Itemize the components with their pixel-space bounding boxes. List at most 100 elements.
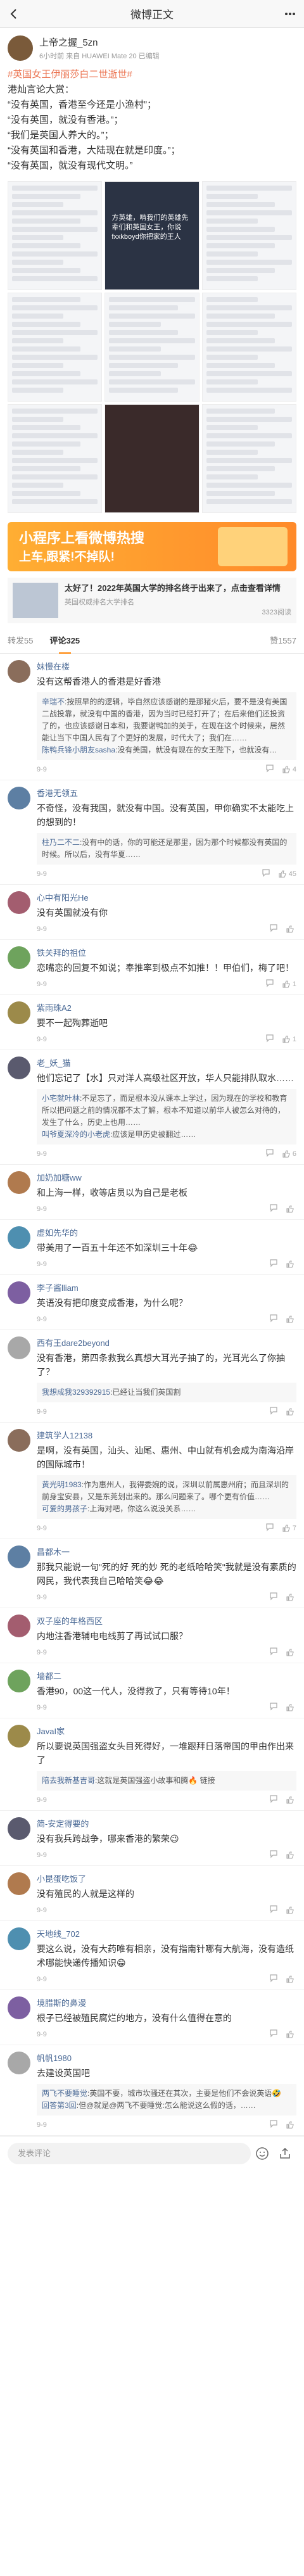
comment-reply-box[interactable]: 黄光明1983:作为惠州人，我得委婉的说，深圳以前属惠州府；而且深圳的前身宝安县… [37, 1475, 296, 1519]
comment-reply-box[interactable]: 柱乃二不二:没有中的话，你的可能还是那里，因为那个时候都没有英国的时候。所以后，… [37, 833, 296, 865]
like-button[interactable] [286, 1851, 296, 1860]
like-button[interactable]: 1 [282, 980, 296, 989]
commenter-avatar[interactable] [8, 660, 30, 683]
commenter-avatar[interactable] [8, 1429, 30, 1452]
author-avatar[interactable] [8, 35, 33, 61]
commenter-avatar[interactable] [8, 1545, 30, 1568]
commenter-name[interactable]: 李子酱lliam [37, 1281, 296, 1293]
comment-reply-box[interactable]: 小宅就叶林:不是忘了，而是根本没从课本上学过，因为现在的学校和教育所以把问题之前… [37, 1089, 296, 1145]
reply-button[interactable] [269, 1905, 278, 1915]
reply-button[interactable] [265, 1523, 274, 1533]
reply-button[interactable] [265, 1034, 274, 1044]
commenter-avatar[interactable] [8, 891, 30, 914]
author-name[interactable]: 上帝之握_5zn [39, 35, 296, 49]
reply-button[interactable] [269, 1850, 278, 1860]
like-button[interactable] [286, 1703, 296, 1712]
commenter-name[interactable]: 加奶加糖ww [37, 1171, 296, 1183]
reply-author[interactable]: 回答第3回 [42, 2101, 77, 2110]
like-button[interactable] [286, 1205, 296, 1214]
like-button[interactable]: 7 [282, 1524, 296, 1533]
related-article-card[interactable]: 太好了！2022年英国大学的排名终于出来了，点击查看详情 英国权威排名大学排名 … [8, 578, 296, 623]
reply-button[interactable] [269, 1974, 278, 1984]
commenter-avatar[interactable] [8, 1336, 30, 1359]
reply-button[interactable] [269, 1702, 278, 1713]
reply-author[interactable]: 柱乃二不二 [42, 838, 80, 847]
post-image[interactable] [201, 404, 296, 513]
reply-author[interactable]: 陪去我新基吉哥 [42, 1776, 95, 1785]
reply-button[interactable] [265, 979, 274, 989]
like-button[interactable]: 45 [278, 870, 296, 879]
commenter-avatar[interactable] [8, 1281, 30, 1304]
commenter-name[interactable]: 双子座的年格西区 [37, 1615, 296, 1627]
commenter-name[interactable]: 昌都木一 [37, 1545, 296, 1558]
commenter-name[interactable]: 简-安定得要的 [37, 1817, 296, 1829]
commenter-name[interactable]: 紫雨珠A2 [37, 1001, 296, 1013]
reply-button[interactable] [269, 1794, 278, 1805]
like-button[interactable]: 4 [282, 765, 296, 774]
like-button[interactable] [286, 1593, 296, 1602]
commenter-avatar[interactable] [8, 2052, 30, 2074]
reply-button[interactable] [265, 1148, 274, 1159]
tab-share[interactable]: 转发55 [8, 628, 33, 654]
more-button[interactable] [280, 4, 300, 24]
commenter-avatar[interactable] [8, 1056, 30, 1079]
back-button[interactable] [4, 4, 24, 24]
post-image[interactable] [104, 404, 200, 513]
comment-reply-box[interactable]: 两飞不要睡觉:英国不要，城市坎骚还在其次，主要是他们不会说英语🤣 回答第3回:但@… [37, 2084, 296, 2116]
commenter-avatar[interactable] [8, 1817, 30, 1840]
commenter-avatar[interactable] [8, 1615, 30, 1637]
reply-button[interactable] [265, 764, 274, 775]
commenter-avatar[interactable] [8, 1001, 30, 1024]
commenter-name[interactable]: JavaI家 [37, 1725, 296, 1737]
comment-input[interactable]: 发表评论 [8, 2142, 251, 2164]
commenter-avatar[interactable] [8, 946, 30, 969]
commenter-avatar[interactable] [8, 1226, 30, 1249]
reply-author[interactable]: 小宅就叶林 [42, 1094, 80, 1103]
commenter-name[interactable]: 心中有阳光He [37, 891, 296, 903]
reply-button[interactable] [262, 868, 270, 879]
like-button[interactable] [286, 925, 296, 934]
post-image[interactable] [201, 293, 296, 402]
like-button[interactable] [286, 1315, 296, 1324]
reply-author[interactable]: 可爱的男孩子 [42, 1504, 87, 1513]
post-image[interactable] [201, 181, 296, 290]
reply-button[interactable] [269, 1259, 278, 1269]
reply-button[interactable] [269, 1647, 278, 1658]
reply-button[interactable] [269, 923, 278, 934]
commenter-name[interactable]: 天地线_702 [37, 1927, 296, 1939]
post-image[interactable] [104, 293, 200, 402]
like-button[interactable] [286, 1906, 296, 1915]
commenter-name[interactable]: 妹慢在楼 [37, 660, 296, 672]
post-image[interactable] [8, 181, 103, 290]
commenter-avatar[interactable] [8, 787, 30, 809]
commenter-name[interactable]: 境腊斯的鼻漫 [37, 1996, 296, 2008]
like-button[interactable] [286, 1975, 296, 1984]
commenter-name[interactable]: 帆帆1980 [37, 2052, 296, 2064]
like-button[interactable]: 6 [282, 1150, 296, 1158]
commenter-name[interactable]: 墙都二 [37, 1670, 296, 1682]
comment-reply-box[interactable]: 辛瑞不:按照早的的逻辑，毕自然应该感谢的是那猪火后，要不是没有美国二战投靠，就没… [37, 692, 296, 760]
commenter-name[interactable]: 西有王dare2beyond [37, 1336, 296, 1348]
reply-author[interactable]: 两飞不要睡觉 [42, 2089, 87, 2098]
commenter-name[interactable]: 虚如先华的 [37, 1226, 296, 1238]
reply-author[interactable]: 我想成我329392915 [42, 1388, 110, 1397]
like-button[interactable] [286, 1407, 296, 1416]
comment-reply-box[interactable]: 陪去我新基吉哥:这就是英国强盗小故事和腾🔥 链接 [37, 1771, 296, 1791]
like-button[interactable] [286, 1260, 296, 1269]
like-button[interactable] [286, 2030, 296, 2039]
commenter-name[interactable]: 老_妖_猫 [37, 1056, 296, 1069]
reply-button[interactable] [269, 2119, 278, 2130]
reply-button[interactable] [269, 1592, 278, 1602]
reply-author[interactable]: 辛瑞不 [42, 697, 65, 706]
reply-button[interactable] [269, 1203, 278, 1214]
emoji-button[interactable] [251, 2147, 274, 2160]
promo-banner[interactable]: 小程序上看微博热搜 上车,跟紧!不掉队! [8, 522, 296, 571]
post-image[interactable] [8, 404, 103, 513]
reply-button[interactable] [269, 2029, 278, 2040]
like-button[interactable] [286, 1648, 296, 1657]
commenter-avatar[interactable] [8, 1670, 30, 1692]
reply-author[interactable]: 叫爷夏深冷的小老虎 [42, 1130, 110, 1139]
topic-tag[interactable]: #英国女王伊丽莎白二世逝世# [8, 67, 296, 82]
commenter-name[interactable]: 建筑学人12138 [37, 1429, 296, 1441]
commenter-avatar[interactable] [8, 1927, 30, 1950]
